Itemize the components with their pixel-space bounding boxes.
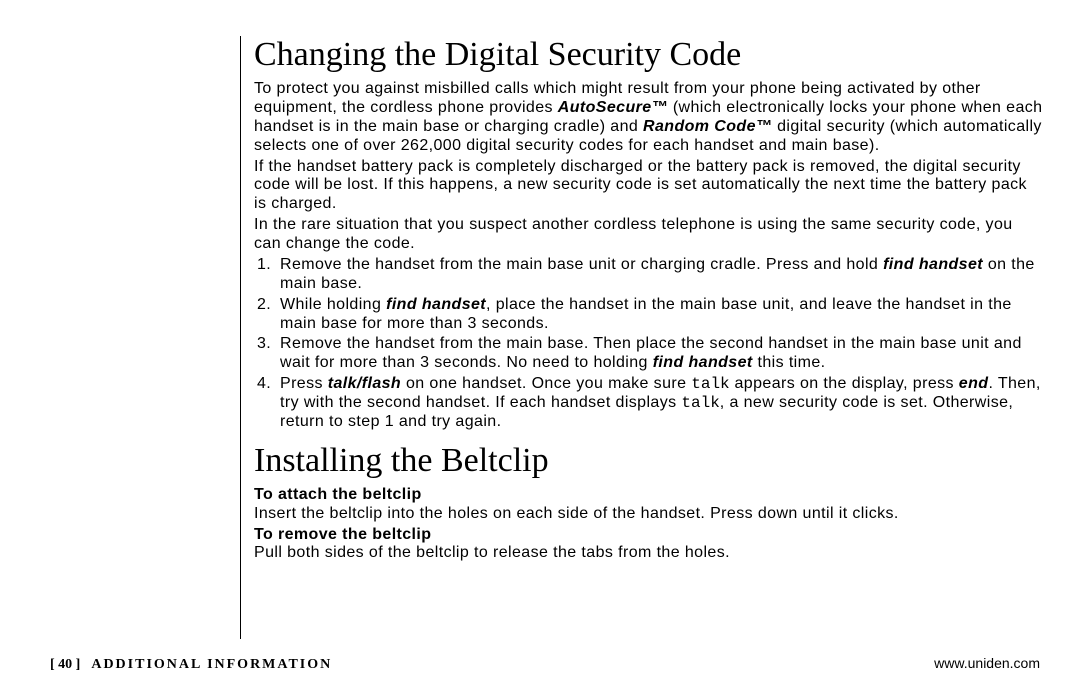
footer-left: [ 40 ] ADDITIONAL INFORMATION [50,657,332,673]
btn-find-handset: find handset [883,256,983,273]
para-change-code: In the rare situation that you suspect a… [254,216,1044,254]
vertical-rule [240,36,241,639]
footer-section: ADDITIONAL INFORMATION [91,657,332,672]
subhead-attach: To attach the beltclip [254,486,1044,505]
steps-list: Remove the handset from the main base un… [254,256,1044,432]
para-remove: Pull both sides of the beltclip to relea… [254,544,1044,563]
step-3: Remove the handset from the main base. T… [276,335,1044,373]
page-number: [ 40 ] [50,657,80,672]
btn-find-handset: find handset [653,354,753,371]
text: Press [280,375,328,392]
display-talk: talk [691,375,729,393]
para-battery: If the handset battery pack is completel… [254,158,1044,215]
text: appears on the display, press [730,375,959,392]
btn-find-handset: find handset [386,296,486,313]
text: Remove the handset from the main base un… [280,256,883,273]
step-4: Press talk/flash on one handset. Once yo… [276,375,1044,432]
btn-talk-flash: talk/flash [328,375,401,392]
term-randomcode: Random Code™ [643,118,772,135]
para-attach: Insert the beltclip into the holes on ea… [254,505,1044,524]
btn-end: end [959,375,989,392]
subhead-remove: To remove the beltclip [254,526,1044,545]
text: on one handset. Once you make sure [401,375,691,392]
text: this time. [753,354,826,371]
page-content: Changing the Digital Security Code To pr… [240,36,1050,563]
para-intro: To protect you against misbilled calls w… [254,80,1044,156]
step-2: While holding find handset, place the ha… [276,296,1044,334]
heading-security-code: Changing the Digital Security Code [254,36,1044,74]
page-footer: [ 40 ] ADDITIONAL INFORMATION www.uniden… [50,655,1040,673]
step-1: Remove the handset from the main base un… [276,256,1044,294]
footer-url: www.uniden.com [934,655,1040,671]
text: While holding [280,296,386,313]
text: Remove the handset from the main base. T… [280,335,1022,371]
term-autosecure: AutoSecure™ [558,99,668,116]
heading-beltclip: Installing the Beltclip [254,442,1044,480]
manual-page: Changing the Digital Security Code To pr… [0,0,1080,687]
display-talk: talk [681,394,719,412]
